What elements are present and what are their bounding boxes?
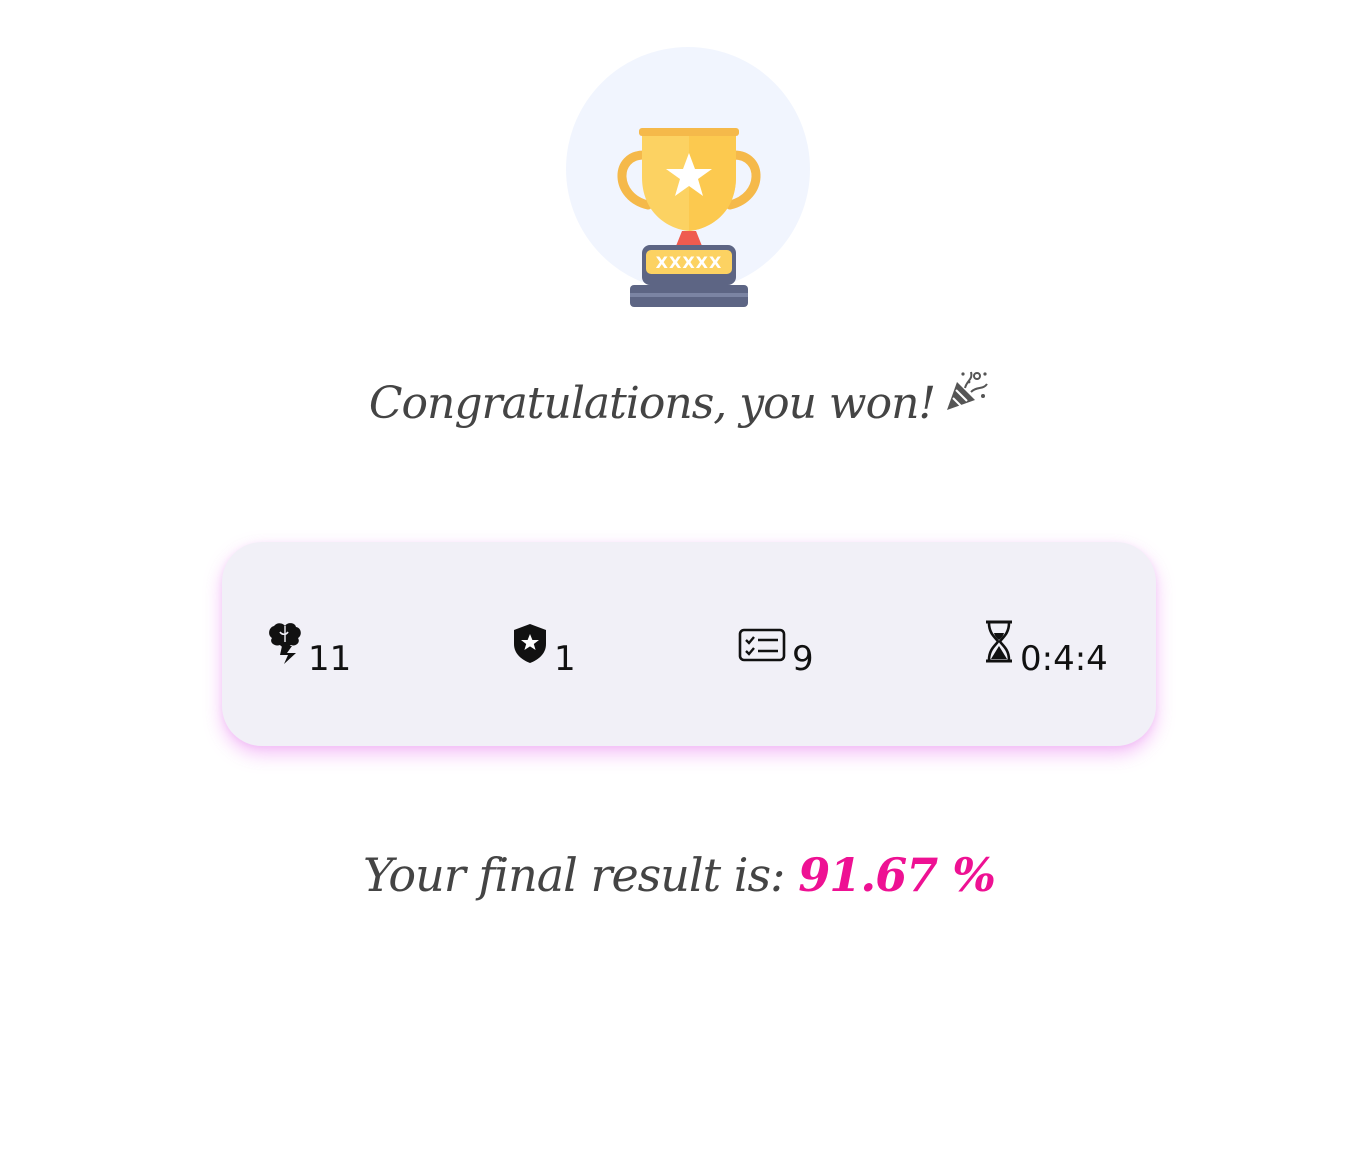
congrats-text: Congratulations, you won! [368,378,936,429]
stat-shield-value: 1 [554,639,576,679]
stat-time-value: 0:4:4 [1020,639,1108,679]
final-result: Your final result is: 91.67 % [0,848,1358,902]
stat-questions-value: 9 [792,639,814,679]
result-label: Your final result is: [363,848,786,902]
stat-brain-value: 11 [308,639,352,679]
brain-icon [268,622,302,668]
stat-time: 0:4:4 [984,618,1108,676]
stats-card: 11 1 9 0:4:4 [222,542,1156,746]
svg-text:XXXXX: XXXXX [656,253,723,272]
stat-brain: 11 [268,618,351,676]
stat-shield: 1 [512,618,576,676]
trophy-badge: XXXXX [566,47,812,309]
party-popper-icon [943,368,989,425]
checklist-card-icon [738,626,786,668]
result-score: 91.67 % [798,848,996,902]
trophy-icon: XXXXX [617,128,761,307]
stat-questions: 9 [738,618,814,676]
hourglass-icon [984,620,1014,668]
congrats-heading: Congratulations, you won! [0,368,1358,429]
shield-star-icon [512,622,548,668]
